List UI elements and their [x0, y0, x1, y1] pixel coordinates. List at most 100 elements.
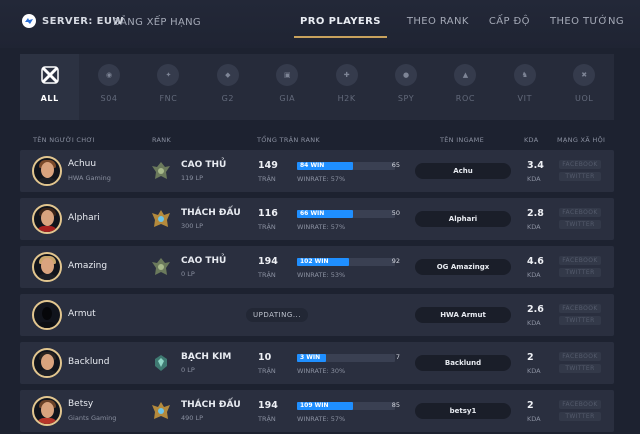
facebook-link[interactable]: FACEBOOK	[559, 400, 601, 409]
nav-by-champion[interactable]: THEO TƯỚNG	[550, 16, 624, 38]
col-player: TÊN NGƯỜI CHƠI	[33, 136, 95, 144]
total-matches: 116	[258, 208, 278, 219]
kda-label: KDA	[527, 415, 541, 423]
kda-value: 2	[527, 352, 534, 363]
team-filter-fnc[interactable]: ✦ FNC	[139, 54, 198, 120]
winrate-text: WINRATE: 57%	[297, 175, 346, 183]
loss-count: 7	[395, 353, 400, 361]
total-matches: 194	[258, 400, 278, 411]
nav-by-rank[interactable]: THEO RANK	[407, 16, 469, 38]
team-filter-bar: ALL ◉ S04 ✦ FNC ◆ G2 ▣ GIA ✚ H2K ● SPY ▲…	[20, 54, 614, 120]
twitter-link[interactable]: TWITTER	[559, 268, 601, 277]
player-name[interactable]: Betsy	[68, 399, 93, 409]
col-rank: RANK	[152, 136, 172, 144]
win-count: 109 WIN	[300, 402, 329, 409]
kda-value: 2	[527, 400, 534, 411]
team-name: ALL	[40, 94, 59, 103]
facebook-link[interactable]: FACEBOOK	[559, 208, 601, 217]
ingame-name: Achu	[415, 163, 511, 179]
player-team: Giants Gaming	[68, 414, 117, 422]
team-name: FNC	[159, 94, 178, 103]
matches-label: TRẬN	[258, 223, 276, 231]
team-filter-vit[interactable]: ♞ VIT	[495, 54, 554, 120]
twitter-link[interactable]: TWITTER	[559, 316, 601, 325]
gia-logo-icon: ▣	[276, 64, 299, 86]
player-name[interactable]: Backlund	[68, 357, 109, 367]
master-rank-icon	[152, 258, 170, 275]
col-kda: KDA	[524, 136, 539, 144]
table-row[interactable]: Alphari THÁCH ĐẤU 300 LP 116 TRẬN 66 WIN…	[20, 198, 614, 240]
team-filter-h2k[interactable]: ✚ H2K	[317, 54, 376, 120]
g2-logo-icon: ◆	[216, 64, 239, 86]
team-name: GIA	[279, 94, 296, 103]
rank-name: THÁCH ĐẤU	[181, 208, 241, 218]
matches-label: TRẬN	[258, 175, 276, 183]
server-selector[interactable]: SERVER: EUW	[22, 14, 124, 28]
loss-count: 85	[391, 401, 400, 409]
loss-count: 92	[391, 257, 400, 265]
fnc-logo-icon: ✦	[157, 64, 180, 86]
team-name: UOL	[575, 94, 594, 103]
main-nav: PRO PLAYERS THEO RANK CẤP ĐỘ THEO TƯỚNG	[274, 16, 624, 38]
rank-lp: 0 LP	[181, 270, 195, 278]
winrate-text: WINRATE: 57%	[297, 415, 346, 423]
team-name: SPY	[397, 94, 415, 103]
winrate-text: WINRATE: 30%	[297, 367, 346, 375]
roc-logo-icon: ▲	[454, 64, 477, 86]
h2k-logo-icon: ✚	[335, 64, 358, 86]
avatar-placeholder	[32, 300, 62, 330]
avatar	[32, 396, 62, 426]
table-row[interactable]: Achuu HWA Gaming CAO THỦ 119 LP 149 TRẬN…	[20, 150, 614, 192]
uol-logo-icon: ✖	[573, 64, 596, 86]
kda-label: KDA	[527, 319, 541, 327]
team-filter-all[interactable]: ALL	[20, 54, 80, 120]
table-row[interactable]: Backlund BẠCH KIM 0 LP 10 TRẬN 3 WIN 7 W…	[20, 342, 614, 384]
team-filter-roc[interactable]: ▲ ROC	[436, 54, 495, 120]
avatar	[32, 252, 62, 282]
table-row[interactable]: Amazing CAO THỦ 0 LP 194 TRẬN 102 WIN 92…	[20, 246, 614, 288]
winrate-bar: 3 WIN	[297, 354, 395, 362]
matches-label: TRẬN	[258, 271, 276, 279]
twitter-link[interactable]: TWITTER	[559, 172, 601, 181]
rank-lp: 119 LP	[181, 174, 204, 182]
player-name[interactable]: Alphari	[68, 213, 100, 223]
rank-name: CAO THỦ	[181, 256, 227, 266]
kda-label: KDA	[527, 271, 541, 279]
winrate-bar: 84 WIN	[297, 162, 395, 170]
avatar	[32, 156, 62, 186]
nav-pro-players[interactable]: PRO PLAYERS	[293, 16, 387, 38]
facebook-link[interactable]: FACEBOOK	[559, 160, 601, 169]
facebook-link[interactable]: FACEBOOK	[559, 304, 601, 313]
rank-name: CAO THỦ	[181, 160, 227, 170]
player-name[interactable]: Armut	[68, 309, 96, 319]
table-row[interactable]: Armut UPDATING... HWA Armut 2.6 KDA FACE…	[20, 294, 614, 336]
team-filter-g2[interactable]: ◆ G2	[198, 54, 257, 120]
kda-label: KDA	[527, 367, 541, 375]
player-name[interactable]: Amazing	[68, 261, 107, 271]
team-filter-uol[interactable]: ✖ UOL	[555, 54, 614, 120]
twitter-link[interactable]: TWITTER	[559, 364, 601, 373]
team-filter-s04[interactable]: ◉ S04	[79, 54, 138, 120]
matches-label: TRẬN	[258, 415, 276, 423]
ingame-name: HWA Armut	[415, 307, 511, 323]
win-count: 84 WIN	[300, 162, 325, 169]
loss-count: 50	[391, 209, 400, 217]
facebook-link[interactable]: FACEBOOK	[559, 256, 601, 265]
twitter-link[interactable]: TWITTER	[559, 412, 601, 421]
team-filter-spy[interactable]: ● SPY	[376, 54, 435, 120]
server-label: SERVER: EUW	[42, 15, 124, 27]
table-header: TÊN NGƯỜI CHƠI RANK TỔNG TRẬN RANK TÊN I…	[0, 136, 640, 146]
rankings-link[interactable]: BẢNG XẾP HẠNG	[113, 17, 201, 28]
twitter-link[interactable]: TWITTER	[559, 220, 601, 229]
updating-badge: UPDATING...	[246, 308, 308, 322]
avatar	[32, 204, 62, 234]
team-filter-gia[interactable]: ▣ GIA	[258, 54, 317, 120]
vit-logo-icon: ♞	[513, 64, 536, 86]
team-name: ROC	[455, 94, 476, 103]
server-icon	[22, 14, 36, 28]
table-row[interactable]: Betsy Giants Gaming THÁCH ĐẤU 490 LP 194…	[20, 390, 614, 432]
facebook-link[interactable]: FACEBOOK	[559, 352, 601, 361]
player-name[interactable]: Achuu	[68, 159, 96, 169]
nav-level[interactable]: CẤP ĐỘ	[489, 16, 530, 38]
avatar	[32, 348, 62, 378]
